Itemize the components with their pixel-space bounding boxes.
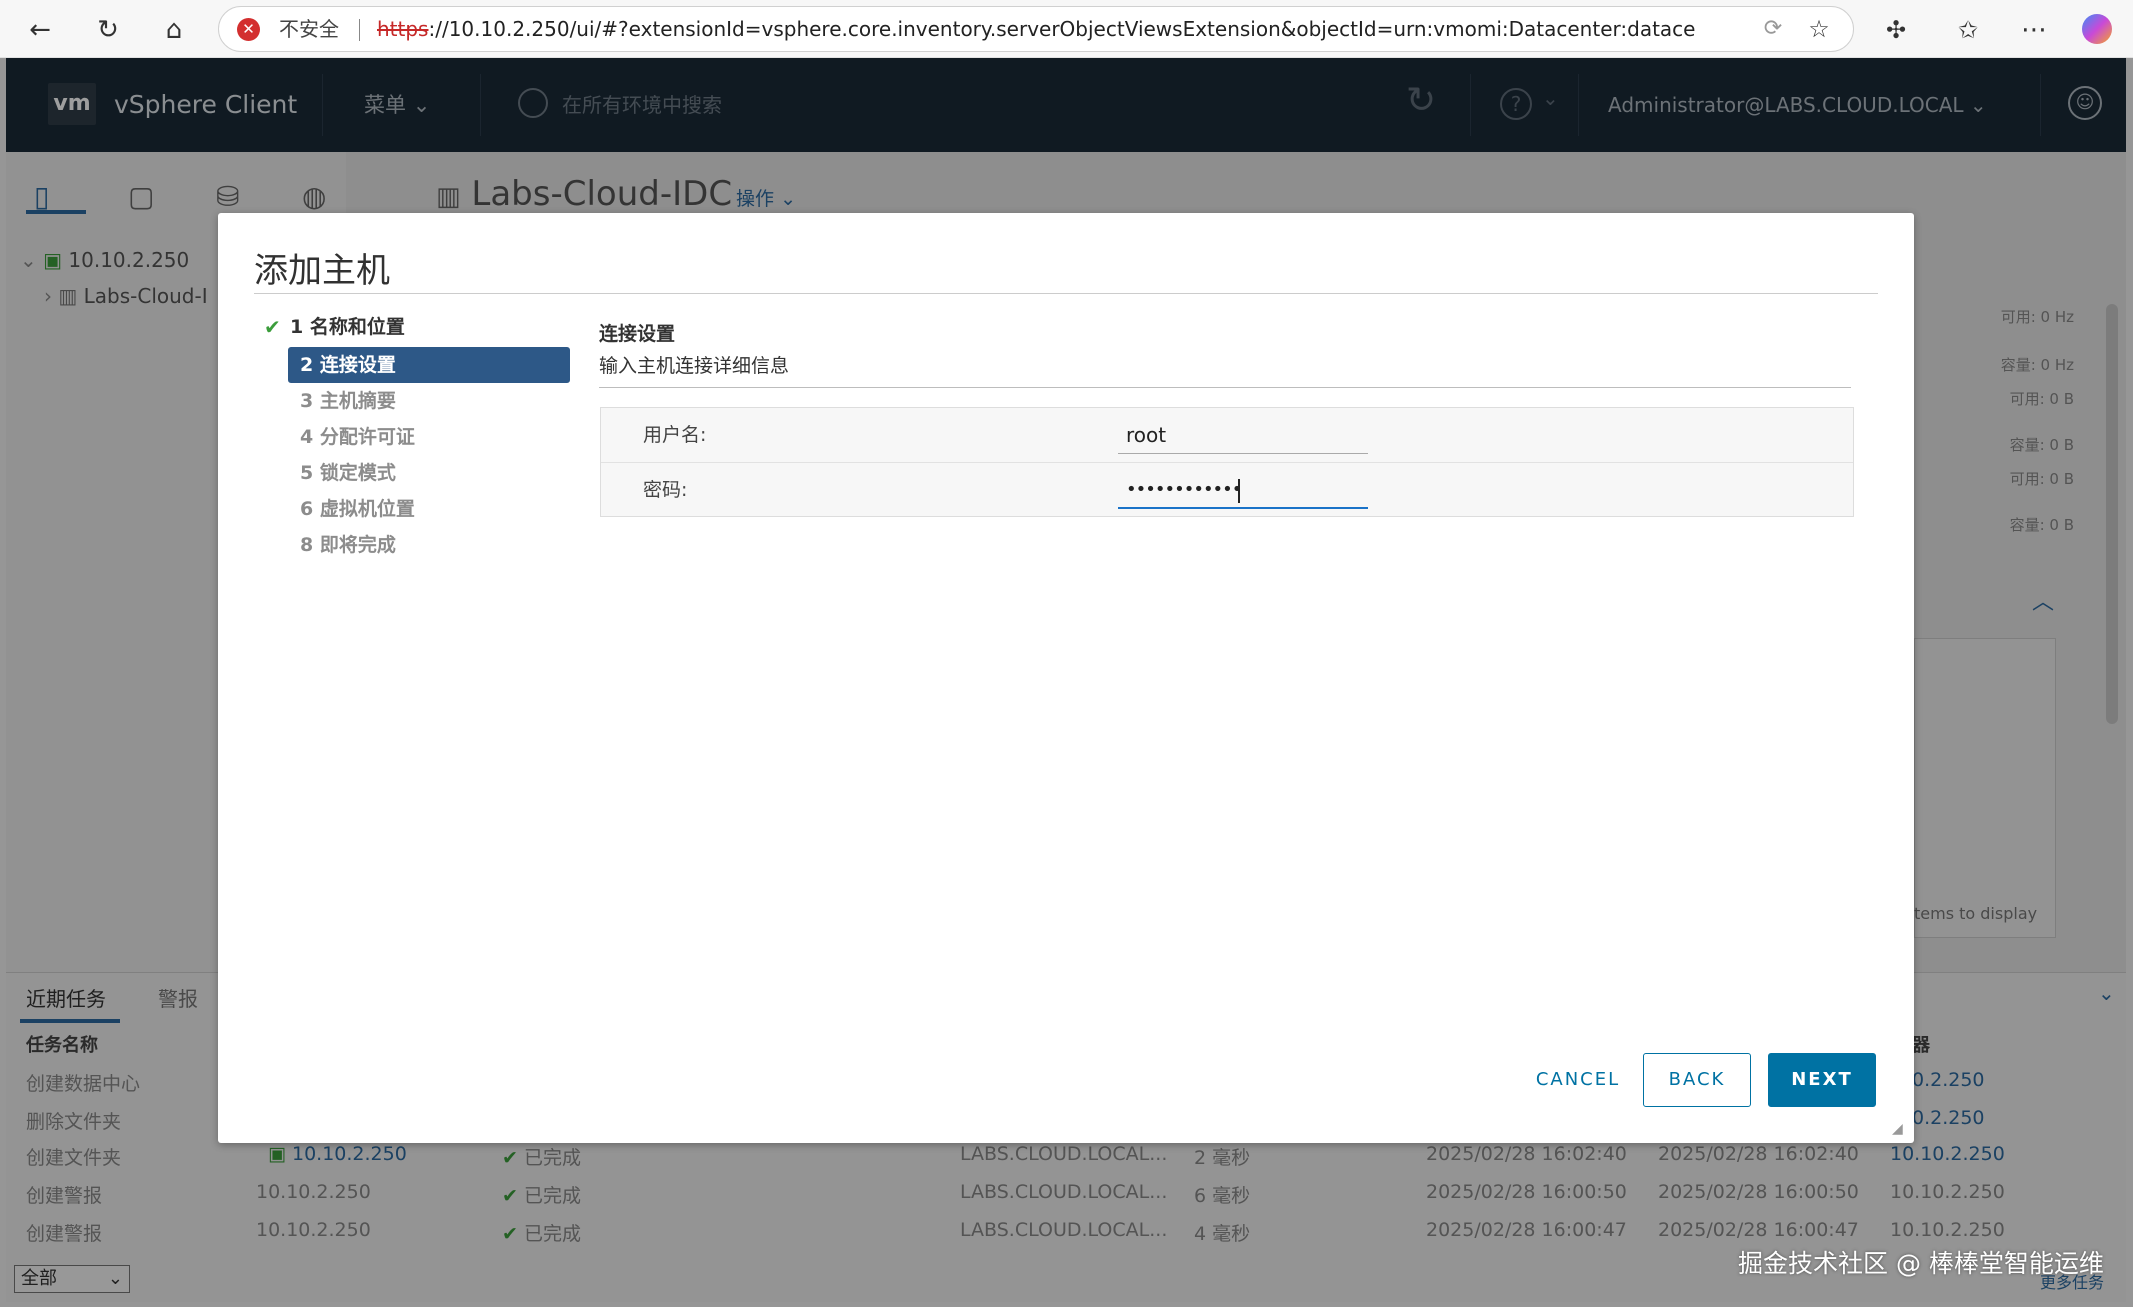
reload-icon[interactable]: ↻ [92, 14, 124, 46]
watermark: 掘金技术社区 @ 棒棒堂智能运维 [1738, 1249, 2104, 1278]
section-title: 连接设置 [599, 323, 676, 345]
username-row: 用户名: [601, 408, 1853, 462]
read-aloud-icon[interactable]: ⟳ [1757, 13, 1789, 45]
text-caret [1238, 479, 1240, 503]
back-button[interactable]: BACK [1643, 1053, 1751, 1107]
password-mask: •••••••••••• [1126, 479, 1242, 500]
password-label: 密码: [643, 479, 688, 501]
next-button[interactable]: NEXT [1768, 1053, 1876, 1107]
home-icon[interactable]: ⌂ [158, 14, 190, 46]
wizard-step-2[interactable]: 2 连接设置 [288, 347, 570, 383]
favorites-icon[interactable]: ✩ [1952, 14, 1984, 46]
browser-toolbar: ← ↻ ⌂ ✕ 不安全 https://10.10.2.250/ui/#?ext… [0, 0, 2133, 58]
favorite-star-icon[interactable]: ☆ [1803, 13, 1835, 45]
wizard-step-5: 5 锁定模式 [300, 462, 396, 484]
username-input[interactable] [1118, 416, 1368, 454]
add-host-dialog: 添加主机 ✔ 1 名称和位置 2 连接设置 3 主机摘要 4 分配许可证 5 锁… [218, 213, 1914, 1143]
wizard-step-6: 6 虚拟机位置 [300, 498, 415, 520]
section-divider [599, 387, 1851, 388]
copilot-icon[interactable] [2082, 14, 2112, 44]
cancel-button[interactable]: CANCEL [1508, 1053, 1648, 1107]
username-label: 用户名: [643, 424, 707, 446]
connection-form: 用户名: 密码: •••••••••••• [600, 407, 1854, 517]
section-subtitle: 输入主机连接详细信息 [599, 355, 790, 377]
title-divider [254, 293, 1878, 294]
security-warning-icon[interactable]: ✕ [237, 18, 260, 41]
address-divider [359, 19, 360, 41]
dialog-title: 添加主机 [254, 251, 390, 291]
wizard-step-3: 3 主机摘要 [300, 390, 396, 412]
address-bar[interactable]: ✕ 不安全 https://10.10.2.250/ui/#?extension… [218, 6, 1854, 52]
more-menu-icon[interactable]: ⋯ [2018, 14, 2050, 46]
wizard-step-1[interactable]: 1 名称和位置 [266, 309, 548, 345]
wizard-step-4: 4 分配许可证 [300, 426, 415, 448]
wizard-step-8: 8 即将完成 [300, 534, 396, 556]
password-row: 密码: •••••••••••• [601, 462, 1853, 516]
back-arrow-icon[interactable]: ← [24, 14, 56, 46]
url-text[interactable]: https://10.10.2.250/ui/#?extensionId=vsp… [377, 7, 1697, 51]
url-path: ://10.10.2.250/ui/#?extensionId=vsphere.… [428, 17, 1697, 41]
extensions-icon[interactable]: ✣ [1880, 14, 1912, 46]
resize-grip-icon[interactable]: ◢ [1892, 1121, 1903, 1137]
security-label[interactable]: 不安全 [279, 7, 339, 51]
url-scheme: https [377, 17, 429, 41]
